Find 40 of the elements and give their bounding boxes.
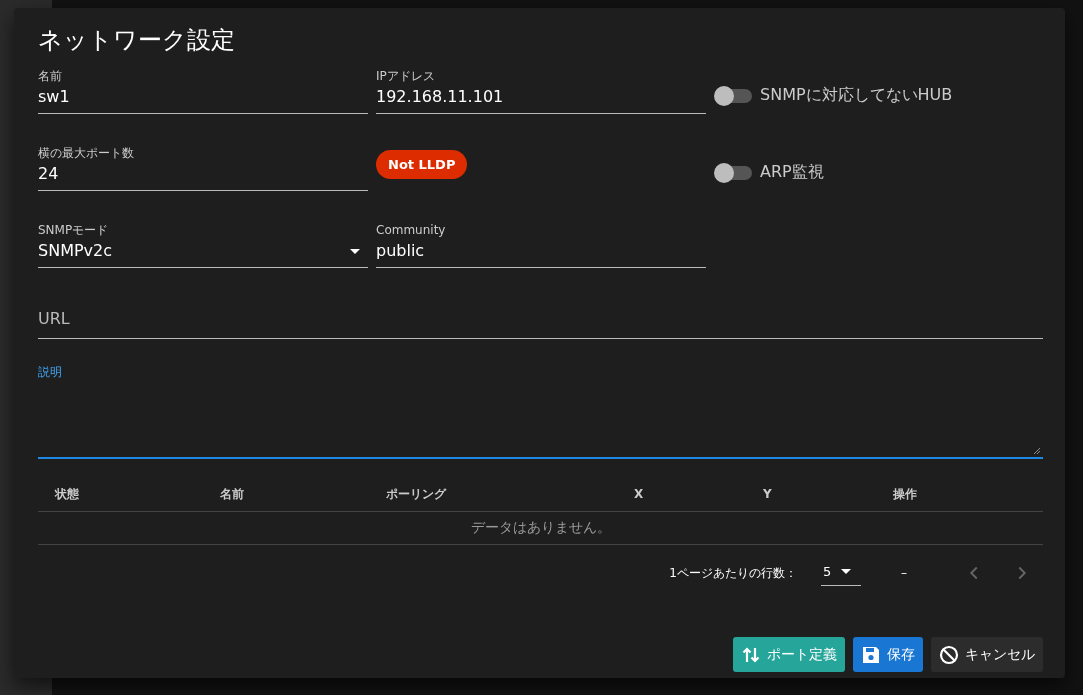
dialog-title: ネットワーク設定 (38, 25, 236, 56)
column-header: Y (763, 487, 773, 501)
toggle-switch[interactable] (716, 165, 752, 180)
field-value: sw1 (38, 86, 71, 108)
rows-per-page-label: 1ページあたりの行数： (669, 564, 797, 582)
text-field[interactable]: Community public (376, 222, 706, 268)
field-label: Community (376, 222, 447, 238)
cancel-button[interactable]: キャンセル (931, 637, 1043, 672)
field-label: 名前 (38, 68, 63, 84)
resize-grip-icon (1033, 447, 1041, 455)
column-header: X (634, 487, 645, 501)
empty-message: データはありません。 (470, 519, 611, 537)
column-header: 操作 (893, 485, 918, 503)
caret-icon (841, 569, 852, 574)
field-value: 24 (38, 163, 60, 185)
prohibited-icon (939, 644, 959, 665)
field-value: public (376, 240, 426, 262)
toggle-switch[interactable] (716, 88, 752, 103)
field-value: SNMPv2c (38, 240, 113, 262)
select-field[interactable]: SNMPモード SNMPv2c (38, 222, 368, 268)
field-label: IPアドレス (376, 68, 436, 84)
save-button[interactable]: 保存 (853, 637, 923, 672)
text-field[interactable]: 名前 sw1 (38, 68, 368, 114)
url-field[interactable]: URL (38, 305, 1043, 339)
field-label: SNMPモード (38, 222, 110, 238)
field-label: 説明 (38, 365, 62, 379)
description-textarea[interactable]: 説明 (38, 361, 1043, 459)
switch-label: ARP監視 (760, 162, 824, 183)
column-header: 名前 (220, 485, 245, 503)
column-header: ポーリング (386, 485, 448, 503)
caret-icon (350, 248, 360, 254)
rows-per-page-select[interactable]: 5 (821, 560, 861, 586)
switch-label: SNMPに対応してないHUB (760, 85, 953, 106)
text-field[interactable]: 横の最大ポート数 24 (38, 145, 368, 191)
field-label: 横の最大ポート数 (38, 145, 135, 161)
page-range: – (901, 566, 907, 580)
column-header: 状態 (55, 485, 80, 503)
status-chip: Not LLDP (376, 150, 468, 179)
text-field[interactable]: IPアドレス 192.168.11.101 (376, 68, 706, 114)
field-value: 192.168.11.101 (376, 86, 505, 108)
